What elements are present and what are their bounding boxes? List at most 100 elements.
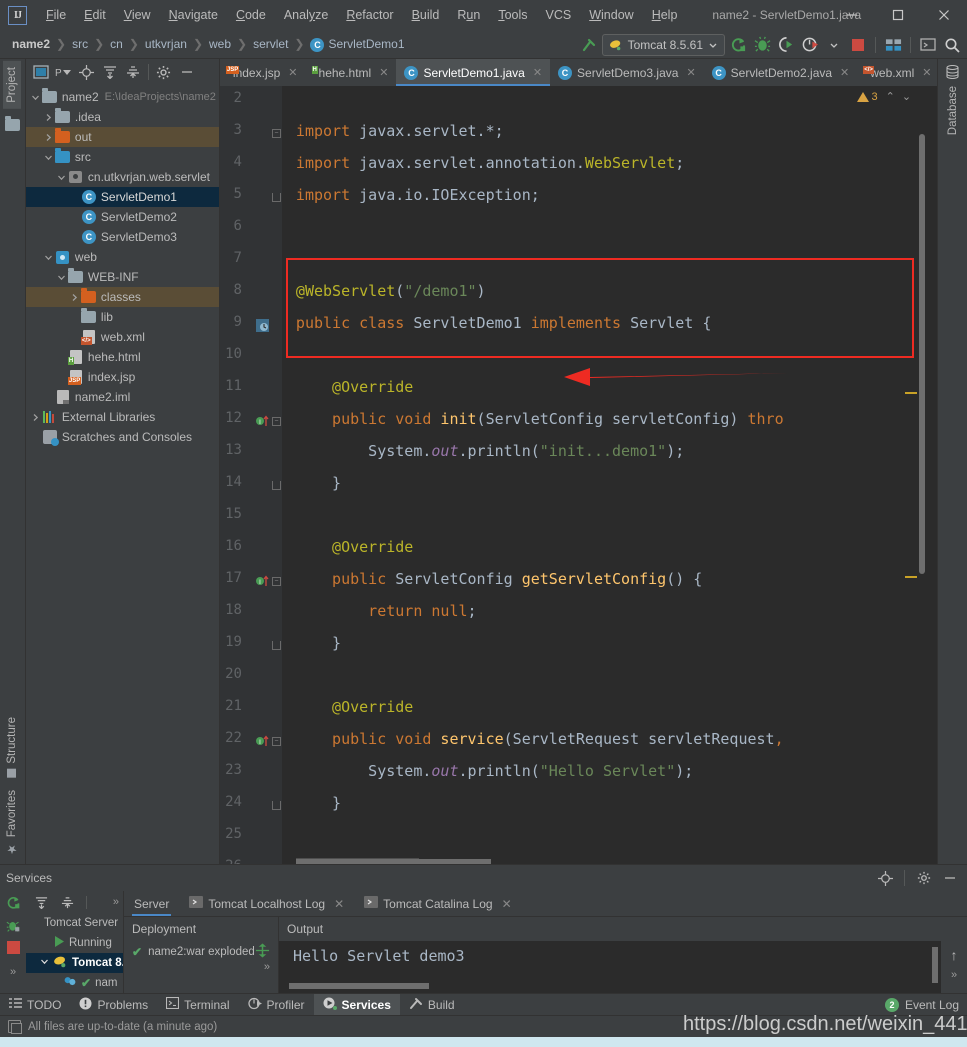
tree-node-servletdemo2[interactable]: CServletDemo2 [26,207,219,227]
chevron-down-icon[interactable] [56,173,68,182]
output-console[interactable]: Hello Servlet demo3 ↑ » [279,941,967,993]
close-icon[interactable]: ✕ [922,66,931,79]
close-icon[interactable] [921,0,967,30]
editor-tab-servletdemo3-java[interactable]: CServletDemo3.java✕ [550,59,704,86]
project-tree[interactable]: name2E:\IdeaProjects\name2.ideaoutsrccn.… [26,85,219,864]
tree-node-index-jsp[interactable]: JSPindex.jsp [26,367,219,387]
close-icon[interactable]: ✕ [379,66,388,79]
code-line[interactable]: public void init(ServletConfig servletCo… [296,410,784,428]
output-vertical-scrollbar[interactable] [932,947,938,983]
run-with-coverage-icon[interactable] [775,34,797,56]
bottom-tool-tabs[interactable]: TODOProblemsTerminalProfilerServicesBuil… [0,993,967,1015]
fold-collapse-icon[interactable]: − [272,577,281,586]
search-everywhere-icon[interactable] [941,34,963,56]
code-line[interactable]: @Override [296,698,413,716]
fold-end-icon[interactable] [272,193,281,202]
editor-tabs[interactable]: JSPindex.jsp✕Hhehe.html✕CServletDemo1.ja… [220,59,937,86]
breadcrumb-item-name2[interactable]: name2 [8,36,54,52]
implementing-method-icon[interactable]: I [256,574,271,592]
breadcrumb-item-cn[interactable]: cn [106,36,127,52]
breadcrumb-item-servlet[interactable]: servlet [249,36,292,52]
breadcrumb-item-servletdemo1[interactable]: CServletDemo1 [306,36,408,53]
menu-item-vcs[interactable]: VCS [537,4,581,26]
code-line[interactable]: System.out.println("Hello Servlet"); [296,762,693,780]
fold-end-icon[interactable] [272,801,281,810]
maximize-icon[interactable] [875,0,921,30]
services-tab-server[interactable]: Server [124,891,179,916]
editor-tab-hehe-html[interactable]: Hhehe.html✕ [306,59,397,86]
fold-end-icon[interactable] [272,641,281,650]
code-line[interactable]: return null; [296,602,477,620]
code-line[interactable]: System.out.println("init...demo1"); [296,442,684,460]
fold-end-icon[interactable] [272,481,281,490]
debug-icon[interactable] [6,918,21,936]
chevron-right-icon[interactable] [43,113,55,122]
output-horizontal-scrollbar[interactable] [289,983,429,989]
close-icon[interactable]: ✕ [840,66,849,79]
code-line[interactable]: } [296,474,341,492]
tree-node-web[interactable]: web [26,247,219,267]
tree-node-hehe-html[interactable]: Hhehe.html [26,347,219,367]
code-line[interactable]: import javax.servlet.*; [296,122,504,140]
close-icon[interactable]: ✕ [502,897,512,911]
services-content-tabs[interactable]: ServerTomcat Localhost Log✕Tomcat Catali… [124,891,967,917]
menu-item-build[interactable]: Build [403,4,449,26]
more-icon[interactable]: » [951,969,957,981]
rerun-icon[interactable] [6,895,21,913]
locate-icon[interactable] [874,867,896,889]
fold-collapse-icon[interactable]: − [272,417,281,426]
service-node-running[interactable]: Running [26,933,123,953]
sidebar-item-database[interactable]: Database [944,84,962,137]
close-icon[interactable]: ✕ [334,897,344,911]
select-opened-file-icon[interactable] [31,62,51,82]
chevron-right-icon[interactable] [69,293,81,302]
bottom-tab-problems[interactable]: Problems [70,994,157,1015]
settings-gear-icon[interactable] [913,867,935,889]
tree-node-scratches-and-consoles[interactable]: Scratches and Consoles [26,427,219,447]
services-tab-tomcat-localhost-log[interactable]: Tomcat Localhost Log✕ [179,891,354,916]
editor-gutter[interactable]: 23−456789101112I−1314151617I−1819202122I… [220,86,282,864]
expand-all-icon[interactable] [30,891,52,913]
sidebar-item-favorites[interactable]: ★ Favorites [2,784,22,862]
sidebar-item-project[interactable]: Project [3,61,21,109]
editor-vertical-scrollbar[interactable] [919,134,925,574]
menu-item-view[interactable]: View [115,4,160,26]
more-icon[interactable]: » [10,966,16,978]
menu-item-help[interactable]: Help [643,4,687,26]
menu-item-tools[interactable]: Tools [489,4,536,26]
project-view-mode-icon[interactable]: P [54,62,74,82]
menu-item-window[interactable]: Window [580,4,642,26]
stop-icon[interactable] [7,941,20,957]
editor-tab-index-jsp[interactable]: JSPindex.jsp✕ [220,59,306,86]
tree-node-web-xml[interactable]: </>web.xml [26,327,219,347]
project-structure-icon[interactable] [882,34,904,56]
editor-horizontal-scrollbar[interactable] [296,859,491,864]
next-problem-icon[interactable]: ⌄ [902,90,911,103]
chevron-down-icon[interactable] [823,34,845,56]
run-configuration-selector[interactable]: Tomcat 8.5.61 [602,34,725,56]
close-icon[interactable]: ✕ [288,66,297,79]
settings-gear-icon[interactable] [154,62,174,82]
code-line[interactable]: @WebServlet("/demo1") [296,282,486,300]
code-line[interactable]: } [296,794,341,812]
chevron-down-icon[interactable] [43,253,55,262]
tree-node-servletdemo1[interactable]: CServletDemo1 [26,187,219,207]
code-line[interactable]: public class ServletDemo1 implements Ser… [296,314,711,332]
breadcrumb-item-src[interactable]: src [68,36,92,52]
fold-collapse-icon[interactable]: − [272,129,281,138]
build-hammer-icon[interactable] [578,34,600,56]
deployment-more[interactable]: » [124,963,278,977]
bottom-tab-terminal[interactable]: Terminal [157,994,238,1015]
code-line[interactable]: import javax.servlet.annotation.WebServl… [296,154,684,172]
close-icon[interactable]: ✕ [686,66,695,79]
tree-node-name2-iml[interactable]: name2.iml [26,387,219,407]
code-text[interactable]: import javax.servlet.*; import javax.serv… [282,86,937,864]
collapse-all-icon[interactable] [56,891,78,913]
update-running-app-icon[interactable] [727,34,749,56]
menu-item-edit[interactable]: Edit [75,4,115,26]
implementing-method-icon[interactable]: I [256,734,271,752]
menu-item-analyze[interactable]: Analyze [275,4,337,26]
code-line[interactable]: import java.io.IOException; [296,186,540,204]
breadcrumb-item-web[interactable]: web [205,36,235,52]
inspection-widget[interactable]: 3 ⌃ ⌄ [857,90,912,103]
